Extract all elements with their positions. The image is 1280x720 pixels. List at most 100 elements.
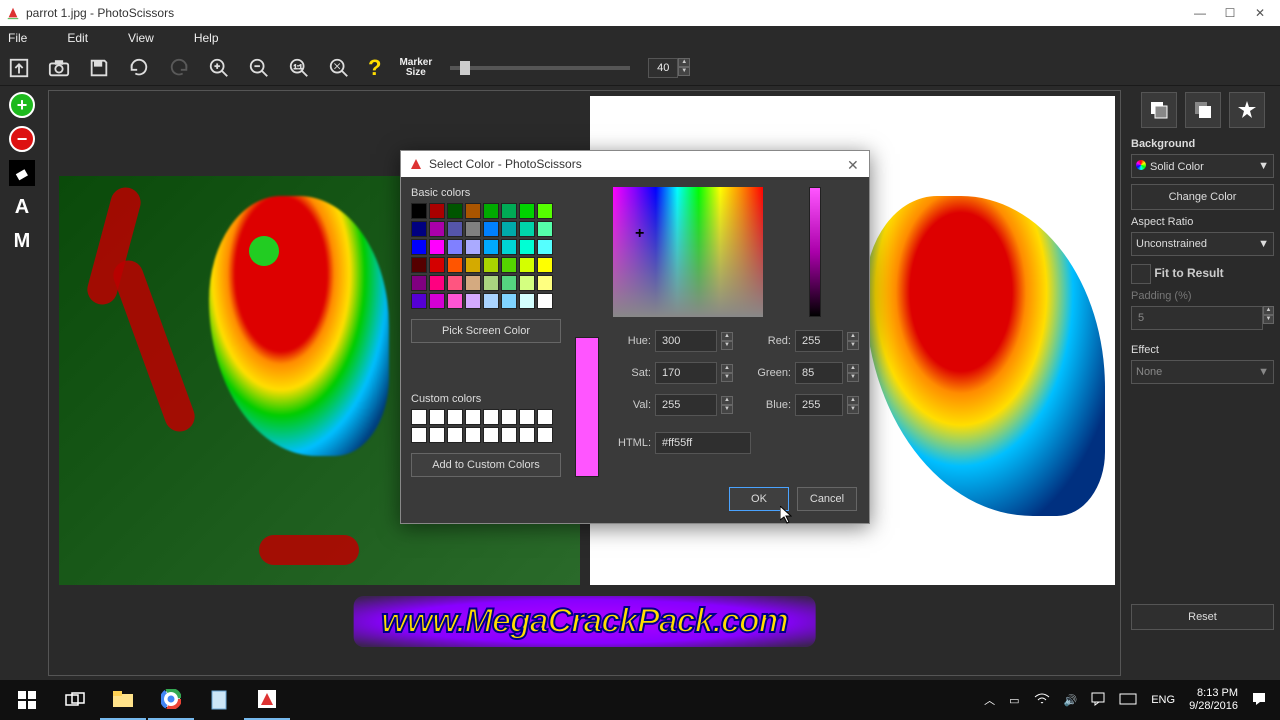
color-swatch[interactable]	[465, 221, 481, 237]
tab-foreground[interactable]	[1185, 92, 1221, 128]
tab-effects[interactable]	[1229, 92, 1265, 128]
eraser-tool[interactable]	[9, 160, 35, 186]
color-swatch[interactable]	[429, 239, 445, 255]
menu-edit[interactable]: Edit	[67, 31, 88, 45]
color-swatch[interactable]	[537, 275, 553, 291]
color-swatch[interactable]	[501, 293, 517, 309]
color-swatch[interactable]	[411, 257, 427, 273]
val-input[interactable]	[655, 394, 717, 416]
zoom-in-icon[interactable]	[208, 57, 230, 79]
padding-spinner[interactable]: ▲▼	[1263, 306, 1274, 330]
hue-input[interactable]	[655, 330, 717, 352]
dialog-close-button[interactable]: ✕	[847, 157, 861, 171]
blue-input[interactable]	[795, 394, 843, 416]
color-swatch[interactable]	[429, 221, 445, 237]
tab-background[interactable]	[1141, 92, 1177, 128]
add-custom-colors-button[interactable]: Add to Custom Colors	[411, 453, 561, 477]
custom-colors-grid[interactable]	[411, 409, 561, 443]
open-icon[interactable]	[8, 57, 30, 79]
color-swatch[interactable]	[537, 293, 553, 309]
color-swatch[interactable]	[429, 275, 445, 291]
html-color-input[interactable]	[655, 432, 751, 454]
color-swatch[interactable]	[465, 257, 481, 273]
color-swatch[interactable]	[447, 203, 463, 219]
tray-notifications-icon[interactable]	[1091, 692, 1105, 709]
color-swatch[interactable]	[519, 257, 535, 273]
tray-keyboard-icon[interactable]	[1119, 693, 1137, 708]
tray-wifi-icon[interactable]	[1034, 693, 1050, 708]
color-swatch[interactable]	[429, 203, 445, 219]
pick-screen-color-button[interactable]: Pick Screen Color	[411, 319, 561, 343]
save-icon[interactable]	[88, 57, 110, 79]
background-marker-tool[interactable]: −	[9, 126, 35, 152]
color-swatch[interactable]	[537, 239, 553, 255]
mask-tool[interactable]: M	[9, 228, 35, 254]
color-swatch[interactable]	[411, 203, 427, 219]
color-swatch[interactable]	[519, 203, 535, 219]
color-swatch[interactable]	[537, 221, 553, 237]
color-swatch[interactable]	[519, 293, 535, 309]
color-swatch[interactable]	[465, 239, 481, 255]
menu-view[interactable]: View	[128, 31, 154, 45]
color-swatch[interactable]	[483, 239, 499, 255]
color-swatch[interactable]	[465, 293, 481, 309]
color-swatch[interactable]	[447, 257, 463, 273]
aspect-ratio-select[interactable]: Unconstrained▼	[1131, 232, 1274, 256]
reset-button[interactable]: Reset	[1131, 604, 1274, 630]
color-swatch[interactable]	[483, 293, 499, 309]
color-swatch[interactable]	[519, 239, 535, 255]
color-swatch[interactable]	[411, 221, 427, 237]
marker-size-spinner[interactable]: ▲▼	[678, 58, 690, 78]
file-explorer-taskbar[interactable]	[100, 680, 146, 720]
color-swatch[interactable]	[429, 257, 445, 273]
color-swatch[interactable]	[483, 257, 499, 273]
cancel-button[interactable]: Cancel	[797, 487, 857, 511]
tray-action-center-icon[interactable]	[1252, 692, 1266, 709]
undo-icon[interactable]	[128, 57, 150, 79]
color-swatch[interactable]	[465, 203, 481, 219]
color-swatch[interactable]	[447, 275, 463, 291]
tray-language[interactable]: ENG	[1151, 694, 1175, 706]
task-view-button[interactable]	[52, 680, 98, 720]
change-color-button[interactable]: Change Color	[1131, 184, 1274, 210]
color-swatch[interactable]	[429, 293, 445, 309]
color-swatch[interactable]	[501, 203, 517, 219]
zoom-actual-icon[interactable]: 1:1	[288, 57, 310, 79]
fit-to-result-checkbox[interactable]	[1131, 264, 1151, 284]
color-swatch[interactable]	[501, 257, 517, 273]
photoscissors-taskbar[interactable]	[244, 680, 290, 720]
saturation-value-picker[interactable]: +	[613, 187, 763, 317]
foreground-marker-tool[interactable]: +	[9, 92, 35, 118]
color-swatch[interactable]	[411, 239, 427, 255]
menu-help[interactable]: Help	[194, 31, 219, 45]
tray-volume-icon[interactable]: 🔊	[1064, 694, 1078, 707]
color-swatch[interactable]	[537, 203, 553, 219]
color-swatch[interactable]	[411, 275, 427, 291]
start-button[interactable]	[4, 680, 50, 720]
hue-slider[interactable]	[809, 187, 821, 317]
sat-input[interactable]	[655, 362, 717, 384]
color-swatch[interactable]	[519, 275, 535, 291]
color-swatch[interactable]	[447, 221, 463, 237]
menu-file[interactable]: File	[8, 31, 27, 45]
window-minimize[interactable]: —	[1194, 7, 1206, 19]
color-swatch[interactable]	[411, 293, 427, 309]
color-swatch[interactable]	[483, 203, 499, 219]
tray-battery-icon[interactable]: ▭	[1009, 694, 1019, 707]
tray-clock[interactable]: 8:13 PM9/28/2016	[1189, 687, 1238, 713]
background-mode-select[interactable]: Solid Color▼	[1131, 154, 1274, 178]
camera-icon[interactable]	[48, 57, 70, 79]
zoom-fit-icon[interactable]	[328, 57, 350, 79]
basic-colors-grid[interactable]	[411, 203, 561, 309]
green-input[interactable]	[795, 362, 843, 384]
padding-input[interactable]	[1131, 306, 1263, 330]
red-input[interactable]	[795, 330, 843, 352]
color-swatch[interactable]	[501, 221, 517, 237]
color-swatch[interactable]	[519, 221, 535, 237]
chrome-taskbar[interactable]	[148, 680, 194, 720]
color-swatch[interactable]	[537, 257, 553, 273]
text-tool[interactable]: A	[9, 194, 35, 220]
window-maximize[interactable]: ☐	[1224, 7, 1236, 19]
color-swatch[interactable]	[483, 221, 499, 237]
marker-size-slider[interactable]	[450, 66, 630, 70]
